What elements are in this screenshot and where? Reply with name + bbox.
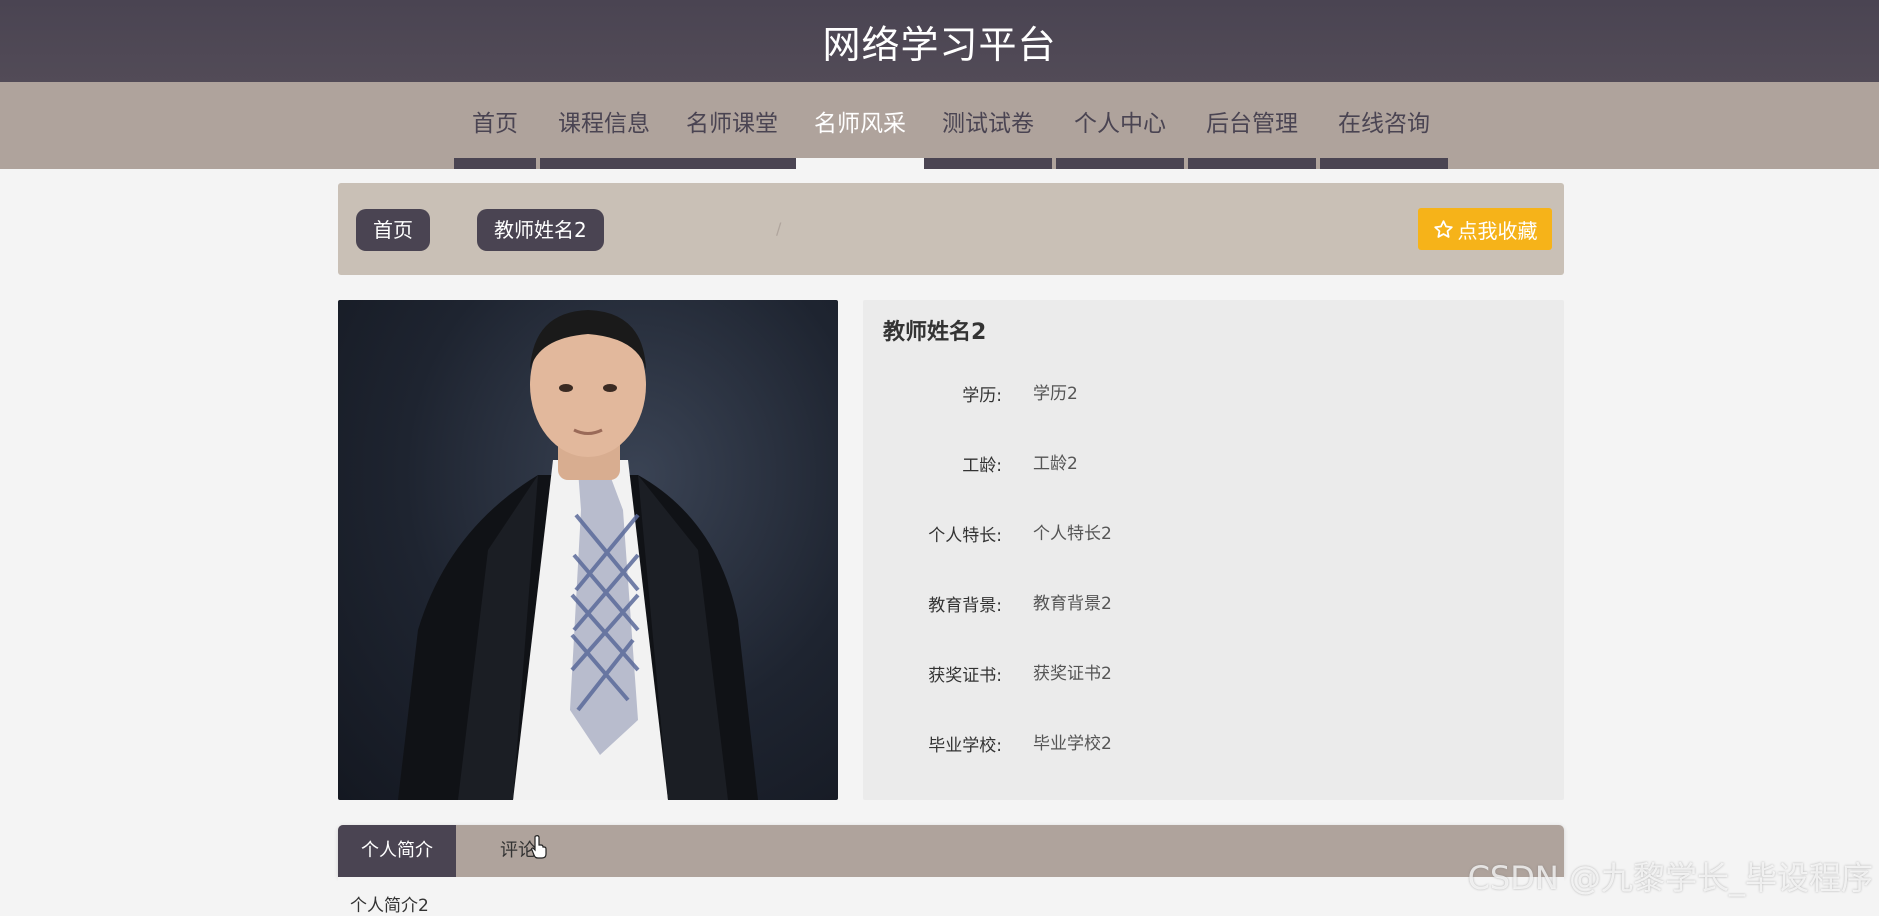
nav-item-teacher-showcase[interactable]: 名师风采: [796, 82, 924, 169]
breadcrumb-home[interactable]: 首页: [356, 209, 430, 251]
main-nav: 首页 课程信息 名师课堂 名师风采 测试试卷 个人中心 后台管理 在线咨询: [0, 82, 1879, 169]
nav-item-label: 名师风采: [814, 111, 906, 137]
tab-content: 个人简介2: [338, 877, 1564, 916]
star-outline-icon: [1433, 219, 1453, 238]
favorite-button[interactable]: 点我收藏: [1418, 208, 1552, 250]
breadcrumb: 首页 / 教师姓名2 点我收藏: [338, 183, 1564, 275]
nav-item-label: 在线咨询: [1338, 111, 1430, 137]
nav-item-course-info[interactable]: 课程信息: [540, 82, 668, 169]
info-row-specialty: 个人特长: 个人特长2: [863, 521, 1564, 551]
nav-item-label: 后台管理: [1206, 111, 1298, 137]
info-label: 教育背景:: [928, 596, 1002, 616]
nav-item-home[interactable]: 首页: [454, 82, 536, 169]
info-label: 学历:: [962, 386, 1002, 406]
info-row-education: 学历: 学历2: [863, 381, 1564, 411]
nav-item-label: 个人中心: [1074, 111, 1166, 137]
info-value: 工龄2: [1033, 454, 1078, 474]
tab-comments[interactable]: 评论: [456, 825, 580, 877]
teacher-photo: [338, 300, 838, 800]
nav-underbar: [924, 158, 1052, 169]
nav-item-admin[interactable]: 后台管理: [1188, 82, 1316, 169]
breadcrumb-separator: /: [776, 219, 782, 238]
teacher-portrait-image: [398, 310, 758, 800]
breadcrumb-current[interactable]: 教师姓名2: [477, 209, 604, 251]
info-label: 毕业学校:: [928, 736, 1002, 756]
info-row-years-of-service: 工龄: 工龄2: [863, 451, 1564, 481]
info-value: 个人特长2: [1033, 524, 1112, 544]
teacher-info-panel: 教师姓名2 学历: 学历2 工龄: 工龄2 个人特长: 个人特长2 教育背景: …: [863, 300, 1564, 800]
nav-item-label: 名师课堂: [686, 111, 778, 137]
info-label: 工龄:: [962, 456, 1002, 476]
info-row-awards: 获奖证书: 获奖证书2: [863, 661, 1564, 691]
nav-item-label: 测试试卷: [942, 111, 1034, 137]
teacher-name: 教师姓名2: [883, 320, 987, 345]
info-value: 毕业学校2: [1033, 734, 1112, 754]
info-row-graduated-school: 毕业学校: 毕业学校2: [863, 731, 1564, 761]
info-label: 个人特长:: [928, 526, 1002, 546]
info-label: 获奖证书:: [928, 666, 1002, 686]
nav-underbar: [796, 158, 924, 169]
nav-underbar: [668, 158, 796, 169]
nav-item-label: 课程信息: [558, 111, 650, 137]
info-value: 教育背景2: [1033, 594, 1112, 614]
nav-underbar: [454, 158, 536, 169]
nav-underbar: [1188, 158, 1316, 169]
info-value: 学历2: [1033, 384, 1078, 404]
tab-profile[interactable]: 个人简介: [338, 825, 456, 877]
detail-tabs: 个人简介 评论: [338, 825, 1564, 877]
profile-text: 个人简介2: [350, 896, 429, 916]
nav-item-personal-center[interactable]: 个人中心: [1056, 82, 1184, 169]
info-row-education-background: 教育背景: 教育背景2: [863, 591, 1564, 621]
site-title: 网络学习平台: [822, 22, 1057, 67]
info-value: 获奖证书2: [1033, 664, 1112, 684]
nav-item-online-consult[interactable]: 在线咨询: [1320, 82, 1448, 169]
nav-underbar: [540, 158, 668, 169]
nav-item-label: 首页: [472, 111, 518, 137]
nav-item-famous-class[interactable]: 名师课堂: [668, 82, 796, 169]
site-header: 网络学习平台: [0, 0, 1879, 82]
nav-item-tests[interactable]: 测试试卷: [924, 82, 1052, 169]
favorite-button-label: 点我收藏: [1457, 218, 1538, 243]
watermark: CSDN @九黎学长_毕设程序: [1467, 859, 1873, 897]
nav-underbar: [1056, 158, 1184, 169]
nav-underbar: [1320, 158, 1448, 169]
hand-cursor-icon: [531, 835, 547, 859]
